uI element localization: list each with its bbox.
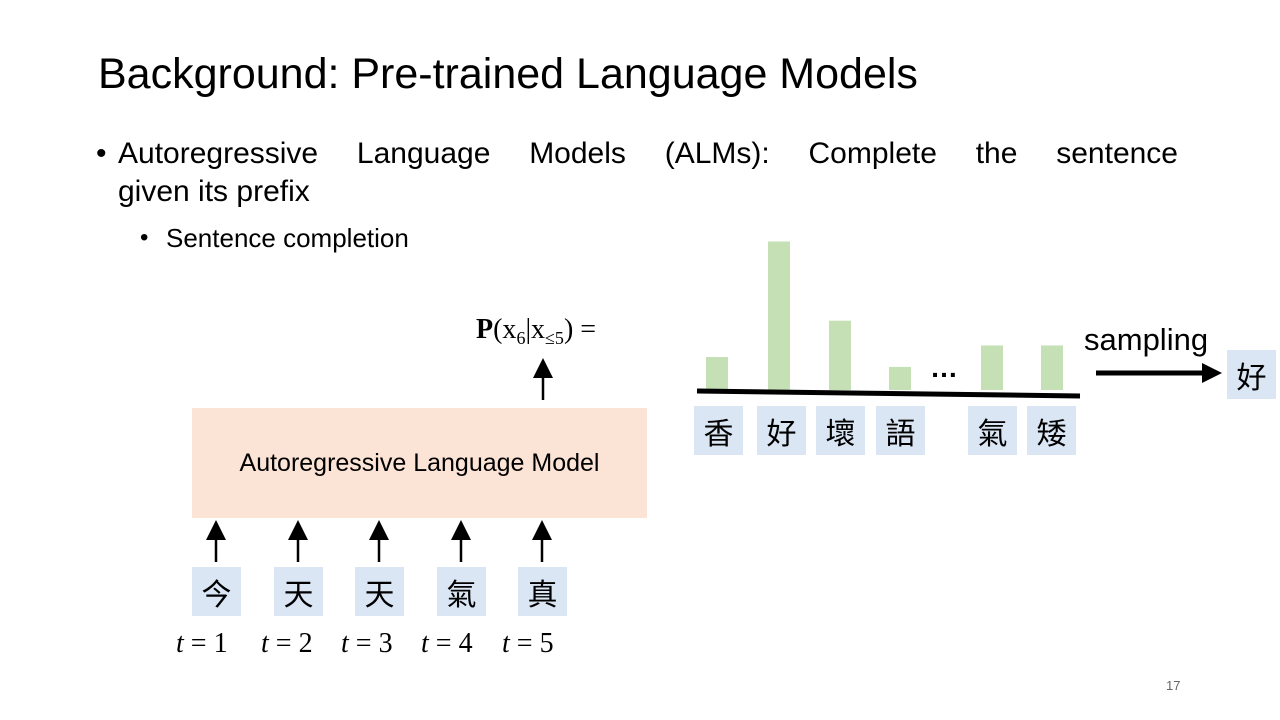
input-arrows	[206, 520, 552, 562]
vocab-token: 矮	[1027, 406, 1076, 455]
prob-bar	[889, 366, 911, 390]
ellipsis: …	[930, 352, 959, 383]
prob-bar	[1041, 345, 1063, 390]
vocab-token: 好	[757, 406, 806, 455]
vocab-token: 壞	[816, 406, 865, 455]
diagram-graphics	[206, 241, 1222, 562]
prob-bar	[981, 345, 1003, 390]
vocab-token: 氣	[968, 406, 1017, 455]
prob-bar	[706, 357, 728, 390]
prob-bar	[829, 320, 851, 390]
page-number: 17	[1166, 678, 1181, 693]
prob-bar	[768, 241, 790, 390]
vocab-token: 語	[876, 406, 925, 455]
vocab-token: 香	[694, 406, 743, 455]
sampling-label: sampling	[1084, 322, 1209, 357]
bar-baseline	[696, 388, 1081, 399]
bar-group	[706, 241, 1063, 390]
sampling-arrow-icon	[1202, 363, 1222, 383]
sampled-token: 好	[1227, 350, 1276, 399]
